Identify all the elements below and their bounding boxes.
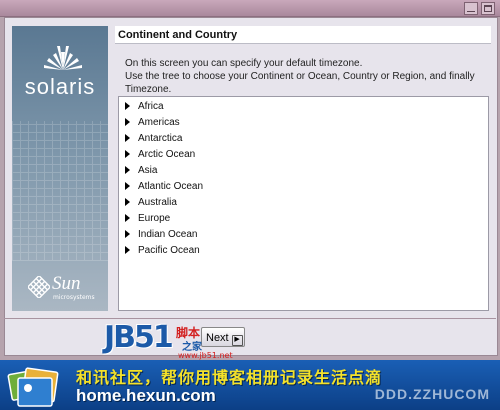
hexun-banner: 和讯社区，帮你用博客相册记录生活点滴 home.hexun.com DDD.ZZ… (0, 360, 500, 410)
expand-arrow-icon[interactable] (125, 182, 130, 190)
sun-microsystems-logo: Sun microsystems (26, 273, 106, 308)
tree-item-australia[interactable]: Australia (125, 195, 177, 211)
expand-arrow-icon[interactable] (125, 246, 130, 254)
tree-item-arctic-ocean[interactable]: Arctic Ocean (125, 147, 195, 163)
maximize-icon[interactable] (481, 2, 495, 15)
expand-arrow-icon[interactable] (125, 214, 130, 222)
expand-arrow-icon[interactable] (125, 134, 130, 142)
description-line-1: On this screen you can specify your defa… (125, 58, 363, 69)
window-titlebar (0, 0, 500, 17)
tree-item-label: Australia (138, 197, 177, 208)
sidebar: solaris Sun microsystems (12, 26, 108, 311)
expand-arrow-icon[interactable] (125, 198, 130, 206)
tree-item-label: Europe (138, 213, 171, 224)
tree-item-indian-ocean[interactable]: Indian Ocean (125, 227, 198, 243)
tree-item-label: Atlantic Ocean (138, 181, 204, 192)
photo-album-icon (7, 367, 59, 407)
jb51-url: www.jb51.net (178, 351, 233, 360)
solaris-sun-icon (44, 46, 82, 70)
sun-mark-icon (28, 276, 50, 298)
banner-url: home.hexun.com (76, 386, 216, 405)
jb51-logo: JB51 (104, 320, 174, 355)
chevron-right-icon: ▶ (231, 335, 243, 346)
tree-item-atlantic-ocean[interactable]: Atlantic Ocean (125, 179, 203, 195)
sun-wordmark: Sun (52, 273, 81, 294)
banner-url-right: DDD.ZZHUCOM (374, 386, 490, 402)
tree-item-label: Indian Ocean (138, 229, 198, 240)
tree-item-europe[interactable]: Europe (125, 211, 170, 227)
expand-arrow-icon[interactable] (125, 102, 130, 110)
solaris-logo: solaris (24, 74, 96, 99)
panel-title: Continent and Country (115, 26, 491, 44)
minimize-icon[interactable] (464, 2, 478, 15)
expand-arrow-icon[interactable] (125, 166, 130, 174)
tree-item-label: Africa (138, 101, 164, 112)
description-line-3: Timezone. (125, 84, 172, 95)
description-line-2: Use the tree to choose your Continent or… (125, 71, 475, 82)
panel-description: On this screen you can specify your defa… (125, 57, 485, 96)
expand-arrow-icon[interactable] (125, 118, 130, 126)
tree-item-label: Pacific Ocean (138, 245, 200, 256)
tree-item-africa[interactable]: Africa (125, 99, 164, 115)
tree-item-label: Americas (138, 117, 180, 128)
button-bar-divider (4, 318, 496, 319)
tree-item-americas[interactable]: Americas (125, 115, 180, 131)
tree-item-antarctica[interactable]: Antarctica (125, 131, 182, 147)
banner-title: 和讯社区，帮你用博客相册记录生活点滴 (76, 368, 383, 387)
sidebar-pattern (12, 121, 108, 261)
tree-item-pacific-ocean[interactable]: Pacific Ocean (125, 243, 200, 259)
tree-item-label: Asia (138, 165, 158, 176)
installer-window: solaris Sun microsystems Continent and C… (4, 17, 498, 356)
expand-arrow-icon[interactable] (125, 230, 130, 238)
tree-item-label: Antarctica (138, 133, 183, 144)
tree-item-label: Arctic Ocean (138, 149, 196, 160)
sun-subtitle: microsystems (53, 294, 95, 301)
timezone-tree[interactable]: Africa Americas Antarctica Arctic Ocean … (118, 96, 489, 311)
tree-item-asia[interactable]: Asia (125, 163, 157, 179)
expand-arrow-icon[interactable] (125, 150, 130, 158)
